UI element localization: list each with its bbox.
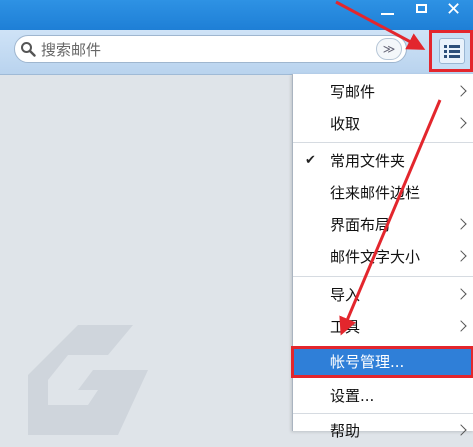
- menu-item-label: 工具: [330, 318, 361, 336]
- menu-item-common-folders[interactable]: ✔ 常用文件夹: [293, 145, 473, 177]
- search-box[interactable]: ≫: [14, 35, 407, 63]
- menu-item-settings[interactable]: 设置...: [293, 380, 473, 412]
- search-input[interactable]: [39, 39, 363, 61]
- close-icon[interactable]: ✕: [446, 0, 466, 20]
- chevron-right-icon: [455, 85, 467, 97]
- menu-separator: [293, 142, 473, 143]
- menu-item-import[interactable]: 导入: [293, 279, 473, 311]
- menu-item-layout[interactable]: 界面布局: [293, 209, 473, 241]
- main-menu-button[interactable]: [429, 30, 473, 72]
- menu-item-label: 设置...: [330, 387, 375, 405]
- chevron-right-icon: [455, 250, 467, 262]
- menu-item-font-size[interactable]: 邮件文字大小: [293, 241, 473, 273]
- chevron-right-icon: [455, 117, 467, 129]
- menu-item-compose[interactable]: 写邮件: [293, 76, 473, 108]
- app-logo-watermark: [28, 325, 148, 435]
- menu-item-label: 写邮件: [330, 83, 376, 101]
- search-icon: [21, 42, 36, 57]
- menu-list-icon: [439, 38, 465, 64]
- chevron-right-icon: [455, 424, 467, 436]
- main-menu-dropdown: 写邮件 收取 ✔ 常用文件夹 往来邮件边栏 界面布局 邮件文字大小 导入 工具 …: [291, 74, 473, 440]
- menu-item-label: 往来邮件边栏: [330, 184, 421, 202]
- menu-separator: [293, 276, 473, 277]
- menu-item-tools[interactable]: 工具: [293, 311, 473, 343]
- menu-item-receive[interactable]: 收取: [293, 108, 473, 140]
- title-bar: ✕: [0, 0, 473, 30]
- menu-item-label: 收取: [330, 115, 361, 133]
- menu-separator: [293, 413, 473, 414]
- menu-item-label: 界面布局: [330, 216, 391, 234]
- check-icon: ✔: [305, 153, 316, 168]
- menu-item-contacts-sidebar[interactable]: 往来邮件边栏: [293, 177, 473, 209]
- menu-item-label: 导入: [330, 286, 361, 304]
- menu-item-label: 常用文件夹: [330, 152, 406, 170]
- chevron-right-icon: [455, 320, 467, 332]
- search-options-button[interactable]: ≫: [376, 38, 402, 60]
- menu-item-help[interactable]: 帮助: [293, 415, 473, 447]
- menu-item-account-management[interactable]: 帐号管理...: [291, 346, 473, 378]
- menu-item-label: 邮件文字大小: [330, 248, 421, 266]
- chevron-right-icon: [455, 288, 467, 300]
- toolbar: ≫: [0, 30, 473, 75]
- menu-item-label: 帐号管理...: [330, 353, 405, 371]
- maximize-icon[interactable]: [413, 0, 431, 20]
- minimize-icon[interactable]: [378, 0, 398, 20]
- menu-item-label: 帮助: [330, 422, 361, 440]
- chevron-right-icon: [455, 218, 467, 230]
